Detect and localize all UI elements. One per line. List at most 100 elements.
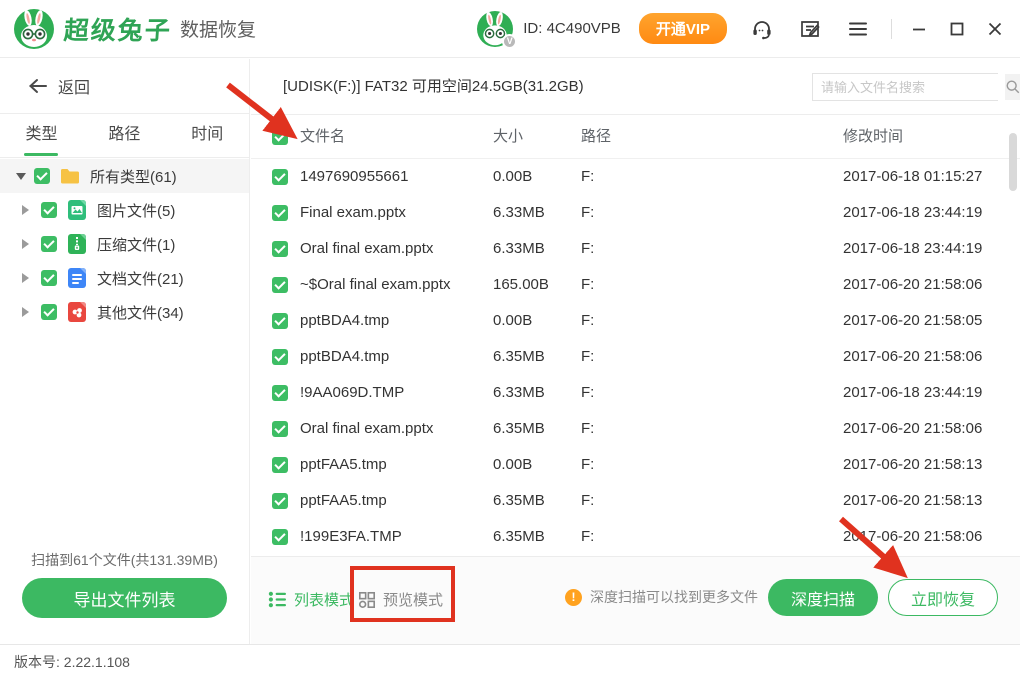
recover-button[interactable]: 立即恢复 — [888, 579, 998, 616]
expand-triangle-icon[interactable] — [22, 239, 29, 249]
list-mode-label: 列表模式 — [294, 589, 354, 610]
tree-item-label: 文档文件(21) — [97, 268, 184, 289]
file-path: F: — [581, 339, 594, 375]
tab-type[interactable]: 类型 — [0, 114, 83, 157]
expand-triangle-icon[interactable] — [22, 205, 29, 215]
search-button[interactable] — [1005, 74, 1020, 100]
column-header-modified: 修改时间 — [843, 115, 903, 159]
list-mode-icon — [268, 591, 287, 608]
open-vip-button[interactable]: 开通VIP — [639, 13, 727, 44]
file-modified: 2017-06-20 21:58:06 — [843, 411, 982, 447]
table-row[interactable]: !199E3FA.TMP 6.35MB F: 2017-06-20 21:58:… — [251, 519, 1020, 555]
tree-checkbox[interactable] — [41, 202, 57, 218]
scrollbar-thumb[interactable] — [1009, 133, 1017, 191]
tree-item-label: 图片文件(5) — [97, 200, 175, 221]
row-checkbox[interactable] — [272, 349, 288, 365]
tree-checkbox[interactable] — [34, 168, 50, 184]
doc-file-icon — [67, 268, 87, 288]
user-avatar[interactable]: V — [477, 11, 513, 47]
table-row[interactable]: pptBDA4.tmp 0.00B F: 2017-06-20 21:58:05 — [251, 303, 1020, 339]
table-header: 文件名 大小 路径 修改时间 — [251, 115, 1020, 159]
row-checkbox[interactable] — [272, 421, 288, 437]
volume-header: [UDISK(F:)] FAT32 可用空间24.5GB(31.2GB) — [251, 59, 1020, 115]
row-checkbox[interactable] — [272, 493, 288, 509]
row-checkbox[interactable] — [272, 277, 288, 293]
table-row[interactable]: pptFAA5.tmp 6.35MB F: 2017-06-20 21:58:1… — [251, 483, 1020, 519]
back-button[interactable]: 返回 — [0, 59, 249, 114]
file-modified: 2017-06-18 23:44:19 — [843, 195, 982, 231]
tree-item-other-files[interactable]: 其他文件(34) — [0, 295, 249, 329]
tree-item-doc-files[interactable]: 文档文件(21) — [0, 261, 249, 295]
row-checkbox[interactable] — [272, 529, 288, 545]
search-icon — [1005, 79, 1020, 95]
row-checkbox[interactable] — [272, 313, 288, 329]
list-mode-toggle[interactable]: 列表模式 — [268, 589, 354, 610]
search-input[interactable] — [813, 74, 1005, 100]
file-path: F: — [581, 195, 594, 231]
file-size: 0.00B — [493, 159, 532, 195]
file-name: Final exam.pptx — [300, 195, 406, 231]
table-select-all-checkbox[interactable] — [272, 129, 288, 145]
file-modified: 2017-06-18 01:15:27 — [843, 159, 982, 195]
row-checkbox[interactable] — [272, 457, 288, 473]
row-checkbox[interactable] — [272, 385, 288, 401]
expand-triangle-icon[interactable] — [22, 307, 29, 317]
folder-icon — [60, 166, 80, 186]
expand-triangle-icon[interactable] — [22, 273, 29, 283]
collapse-triangle-icon[interactable] — [16, 173, 26, 180]
preview-mode-label: 预览模式 — [383, 589, 443, 610]
other-file-icon — [67, 302, 87, 322]
tab-path[interactable]: 路径 — [83, 114, 166, 157]
table-row[interactable]: 1497690955661 0.00B F: 2017-06-18 01:15:… — [251, 159, 1020, 195]
deep-scan-button[interactable]: 深度扫描 — [768, 579, 878, 616]
preview-mode-toggle[interactable]: 预览模式 — [358, 589, 443, 610]
tree-item-image-files[interactable]: 图片文件(5) — [0, 193, 249, 227]
file-path: F: — [581, 519, 594, 555]
table-row[interactable]: Final exam.pptx 6.33MB F: 2017-06-18 23:… — [251, 195, 1020, 231]
table-row[interactable]: pptBDA4.tmp 6.35MB F: 2017-06-20 21:58:0… — [251, 339, 1020, 375]
preview-mode-icon — [358, 591, 376, 609]
tree-item-archive-files[interactable]: 压缩文件(1) — [0, 227, 249, 261]
product-name: 数据恢复 — [180, 15, 256, 42]
user-id: ID: 4C490VPB — [523, 20, 621, 37]
tree-item-label: 其他文件(34) — [97, 302, 184, 323]
file-name: Oral final exam.pptx — [300, 231, 433, 267]
table-row[interactable]: pptFAA5.tmp 0.00B F: 2017-06-20 21:58:13 — [251, 447, 1020, 483]
row-checkbox[interactable] — [272, 169, 288, 185]
customer-service-icon[interactable] — [749, 16, 775, 42]
export-file-list-button[interactable]: 导出文件列表 — [22, 578, 227, 618]
version-label: 版本号: 2.22.1.108 — [14, 645, 130, 680]
archive-file-icon — [67, 234, 87, 254]
file-modified: 2017-06-18 23:44:19 — [843, 375, 982, 411]
deep-scan-hint: ! 深度扫描可以找到更多文件 — [565, 587, 758, 607]
sidebar-tabs: 类型 路径 时间 — [0, 114, 249, 158]
menu-icon[interactable] — [845, 16, 871, 42]
table-row[interactable]: ~$Oral final exam.pptx 165.00B F: 2017-0… — [251, 267, 1020, 303]
tab-time[interactable]: 时间 — [166, 114, 249, 157]
row-checkbox[interactable] — [272, 241, 288, 257]
file-name: pptBDA4.tmp — [300, 339, 389, 375]
file-modified: 2017-06-20 21:58:06 — [843, 519, 982, 555]
maximize-icon[interactable] — [946, 18, 968, 40]
main-panel: [UDISK(F:)] FAT32 可用空间24.5GB(31.2GB) 文件名… — [251, 59, 1020, 644]
search-box — [812, 73, 998, 101]
file-path: F: — [581, 411, 594, 447]
table-row[interactable]: !9AA069D.TMP 6.33MB F: 2017-06-18 23:44:… — [251, 375, 1020, 411]
feedback-icon[interactable] — [797, 16, 823, 42]
minimize-icon[interactable] — [908, 18, 930, 40]
tree-checkbox[interactable] — [41, 236, 57, 252]
tree-item-all-types[interactable]: 所有类型(61) — [0, 159, 249, 193]
vip-level-badge: V — [502, 34, 517, 49]
tree-item-label: 所有类型(61) — [90, 166, 177, 187]
sidebar: 返回 类型 路径 时间 所有类型(61) — [0, 59, 250, 644]
table-row[interactable]: Oral final exam.pptx 6.33MB F: 2017-06-1… — [251, 231, 1020, 267]
file-name: Oral final exam.pptx — [300, 411, 433, 447]
close-icon[interactable] — [984, 18, 1006, 40]
back-label: 返回 — [58, 74, 90, 98]
volume-info: [UDISK(F:)] FAT32 可用空间24.5GB(31.2GB) — [283, 59, 584, 115]
row-checkbox[interactable] — [272, 205, 288, 221]
file-path: F: — [581, 447, 594, 483]
tree-checkbox[interactable] — [41, 270, 57, 286]
table-row[interactable]: Oral final exam.pptx 6.35MB F: 2017-06-2… — [251, 411, 1020, 447]
tree-checkbox[interactable] — [41, 304, 57, 320]
